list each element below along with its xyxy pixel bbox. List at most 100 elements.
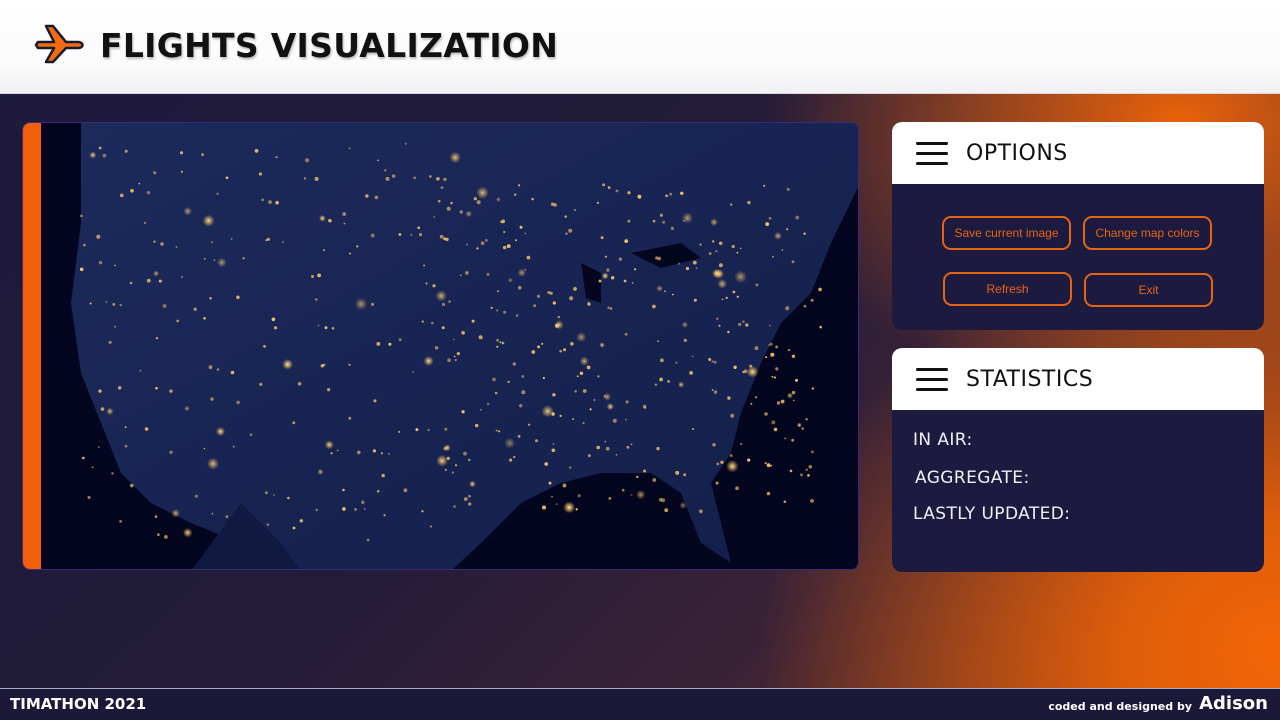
city-light <box>531 197 534 201</box>
city-light <box>715 250 718 253</box>
city-light <box>727 330 730 334</box>
options-header: OPTIONS <box>892 122 1264 184</box>
city-light <box>441 326 445 330</box>
city-light <box>773 231 782 240</box>
city-light <box>608 497 612 500</box>
city-light <box>144 427 149 431</box>
city-light <box>807 474 810 477</box>
city-light <box>299 519 303 523</box>
city-light <box>155 386 158 390</box>
city-light <box>652 219 656 223</box>
city-light <box>792 399 795 402</box>
city-light <box>261 198 264 202</box>
city-light <box>376 490 380 493</box>
city-light <box>343 222 346 225</box>
city-light <box>82 456 85 460</box>
exit-button[interactable]: Exit <box>1084 273 1213 307</box>
city-light <box>721 298 724 301</box>
city-light <box>366 538 370 542</box>
city-light <box>268 200 272 204</box>
city-light <box>559 349 562 353</box>
city-light <box>459 210 463 214</box>
city-light <box>789 469 793 473</box>
city-light <box>89 302 92 305</box>
city-light <box>509 458 513 462</box>
city-light <box>805 468 808 471</box>
city-light <box>463 451 467 456</box>
city-light <box>138 182 141 185</box>
city-light <box>146 278 151 283</box>
city-light <box>89 151 97 159</box>
city-light <box>681 212 693 224</box>
city-light <box>354 297 368 311</box>
city-light <box>455 464 457 467</box>
map-panel[interactable] <box>22 122 859 570</box>
city-light <box>274 326 278 330</box>
city-light <box>749 364 753 368</box>
city-light <box>795 215 800 220</box>
city-light <box>492 377 496 382</box>
city-light <box>417 226 421 230</box>
city-light <box>785 306 790 311</box>
hamburger-icon[interactable] <box>916 368 948 392</box>
city-light <box>209 297 212 300</box>
city-light <box>264 491 268 495</box>
city-light <box>98 389 102 393</box>
city-light <box>750 402 753 405</box>
city-light <box>541 342 544 345</box>
city-light <box>119 303 123 307</box>
city-light <box>548 481 552 485</box>
city-light <box>303 177 307 180</box>
city-light <box>266 237 270 241</box>
save-image-button[interactable]: Save current image <box>942 216 1071 250</box>
change-colors-button[interactable]: Change map colors <box>1083 216 1212 250</box>
city-light <box>476 200 481 205</box>
city-light <box>769 324 771 327</box>
lastly-updated-label: LASTLY UPDATED: <box>913 504 1071 524</box>
city-light <box>120 193 124 198</box>
refresh-button[interactable]: Refresh <box>943 272 1072 306</box>
city-light <box>80 214 83 218</box>
city-light <box>550 202 555 206</box>
city-light <box>373 399 377 403</box>
city-light <box>715 481 719 485</box>
city-light <box>459 274 462 277</box>
city-light <box>324 440 334 450</box>
city-light <box>624 239 629 243</box>
us-night-map[interactable] <box>41 123 859 570</box>
city-light <box>155 337 159 340</box>
city-light <box>484 239 488 242</box>
city-light <box>754 346 759 351</box>
city-light <box>124 149 128 153</box>
city-light <box>175 245 178 248</box>
city-light <box>114 325 116 328</box>
city-light <box>780 399 785 404</box>
city-light <box>129 281 133 285</box>
city-light <box>618 257 623 261</box>
city-light <box>486 402 490 406</box>
city-light <box>320 364 324 368</box>
city-light <box>201 153 204 156</box>
city-light <box>535 439 538 443</box>
city-light <box>805 418 808 421</box>
city-light <box>98 146 102 150</box>
city-light <box>249 433 253 436</box>
city-light <box>83 243 86 247</box>
city-light <box>236 400 240 405</box>
city-light <box>691 355 694 358</box>
city-light <box>447 358 451 362</box>
city-light <box>453 355 456 358</box>
city-light <box>449 151 461 164</box>
city-light <box>582 422 585 425</box>
city-light <box>643 406 647 409</box>
city-light <box>552 393 556 397</box>
city-light <box>786 187 790 191</box>
city-light <box>98 260 103 265</box>
city-light <box>230 238 233 240</box>
city-light <box>685 266 690 271</box>
city-light <box>203 317 206 320</box>
city-light <box>664 508 669 513</box>
city-light <box>415 428 419 432</box>
city-light <box>443 444 451 452</box>
hamburger-icon[interactable] <box>916 142 948 166</box>
